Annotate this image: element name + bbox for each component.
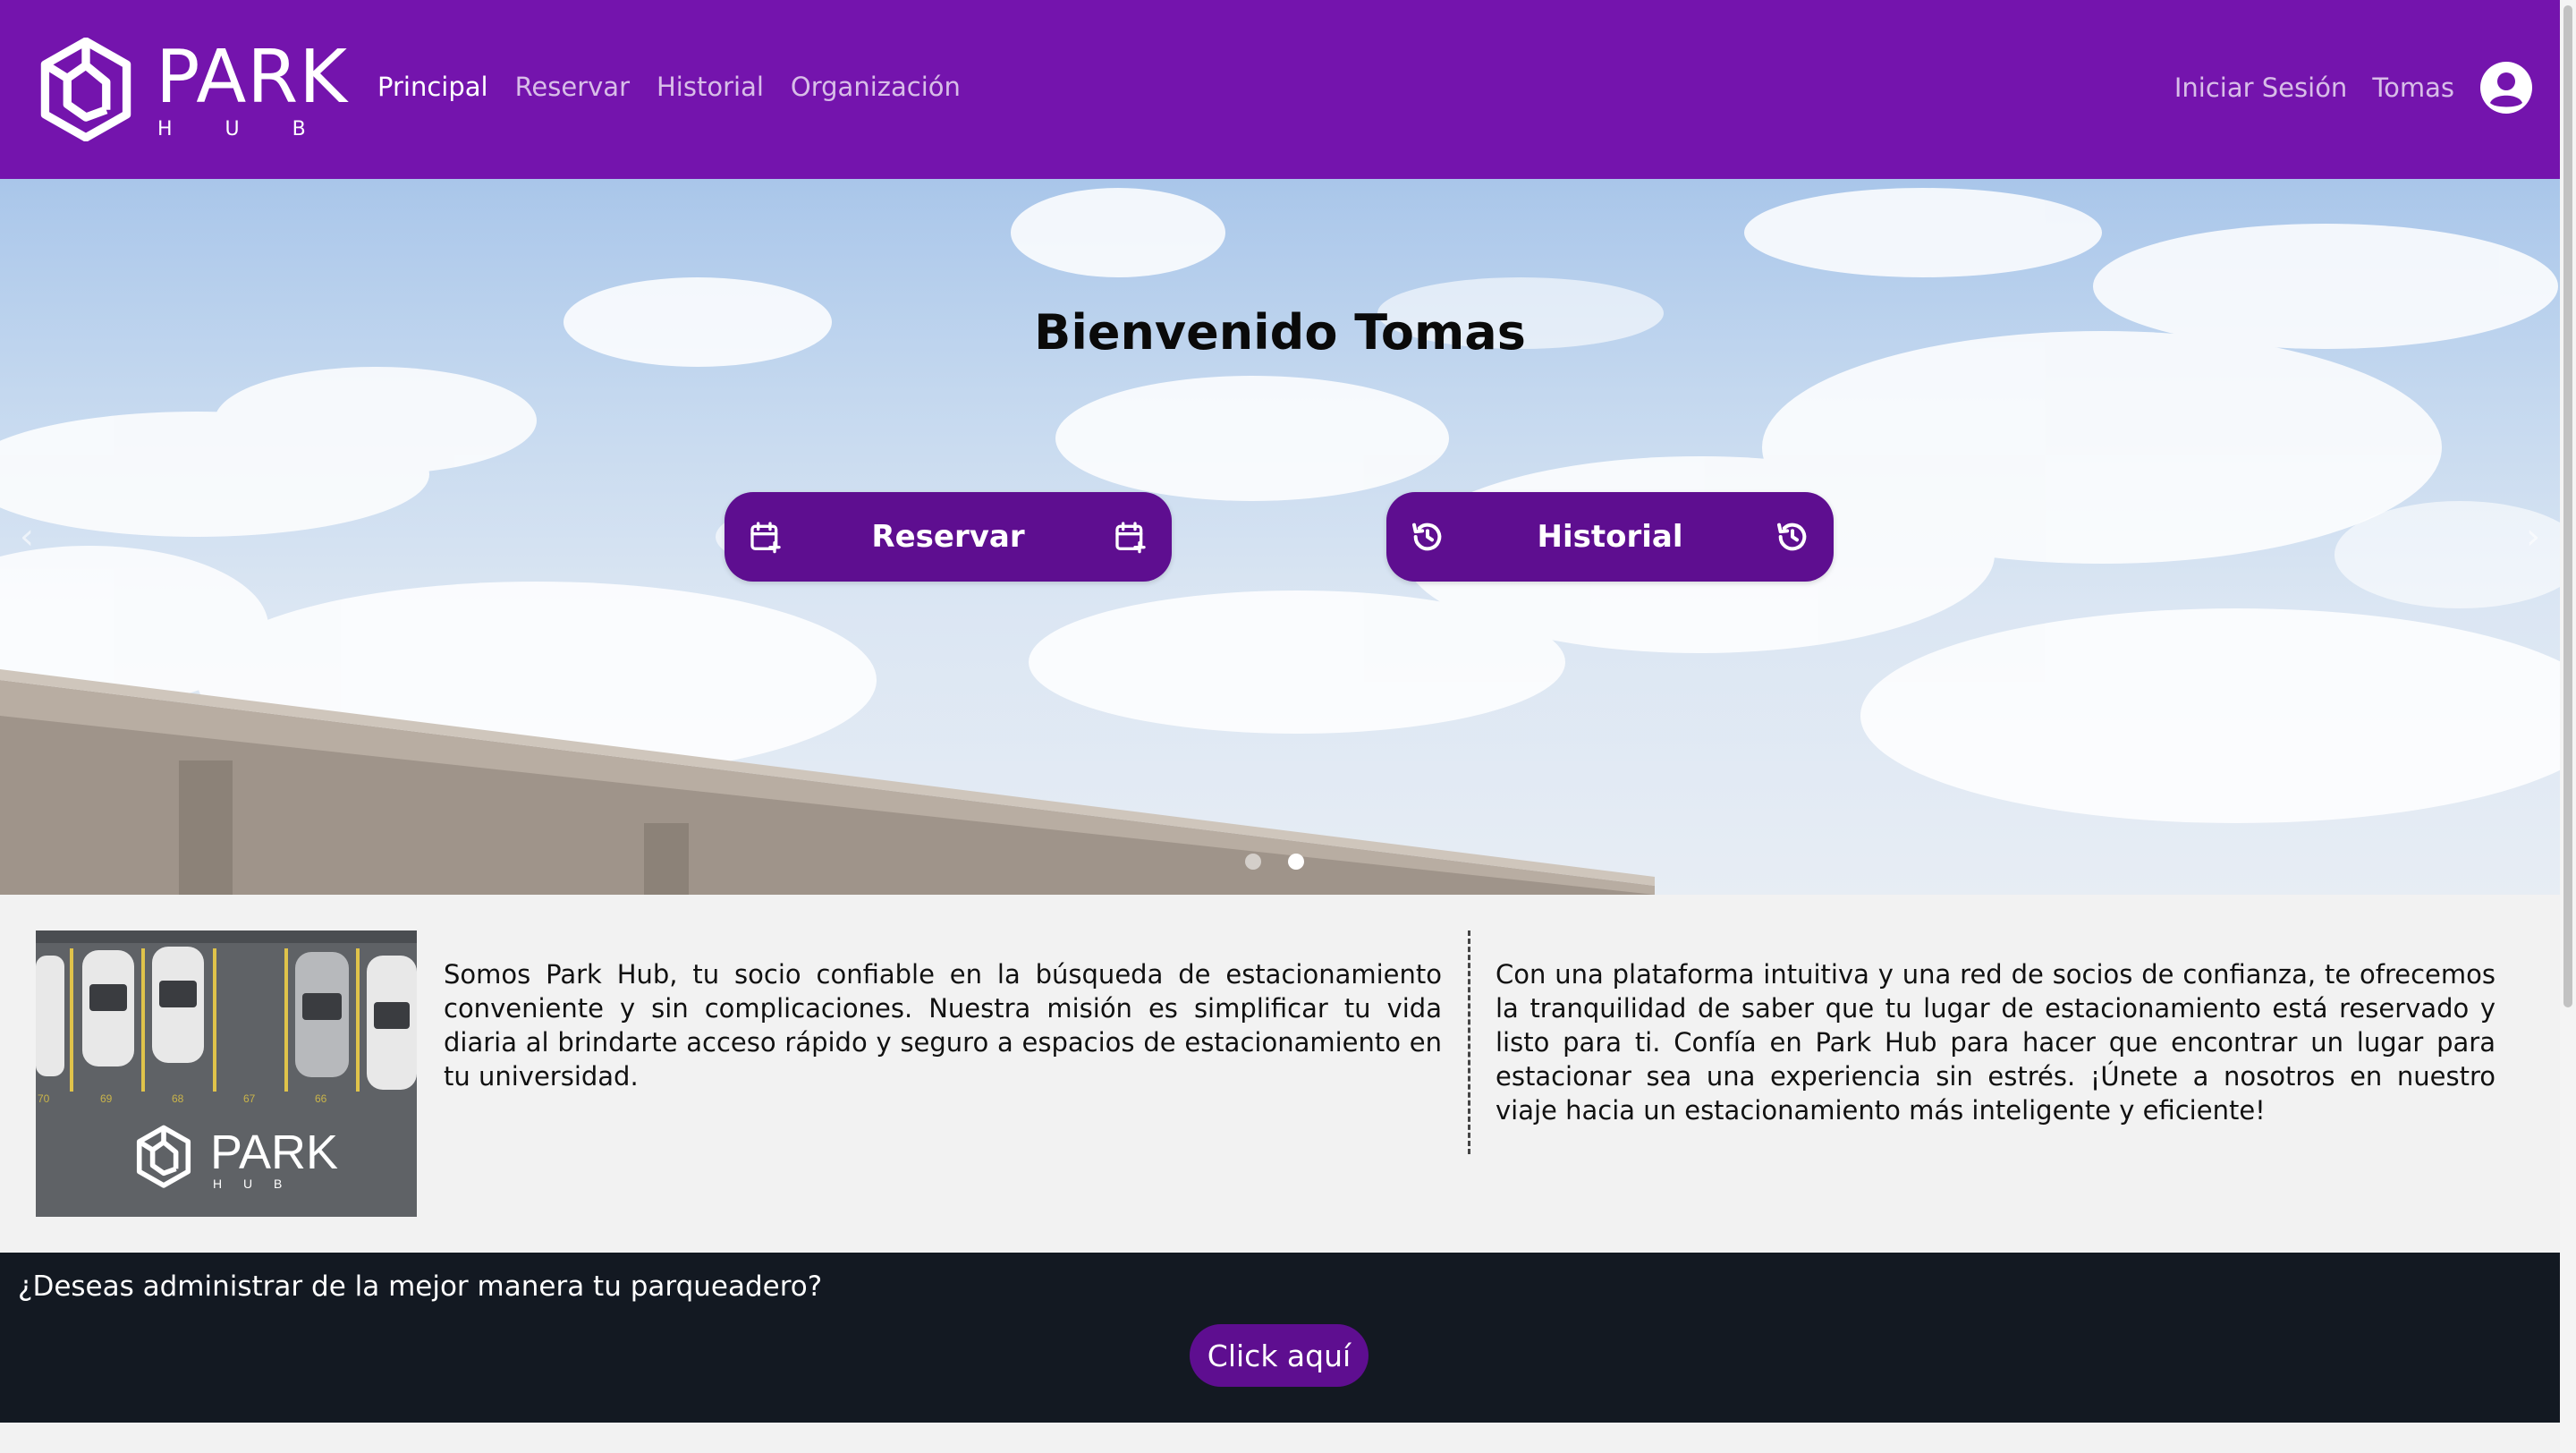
brand-wordmark: PARK H U B: [156, 35, 349, 141]
nav-link-principal[interactable]: Principal: [377, 72, 488, 102]
nav-user-area: Iniciar Sesión Tomas: [2174, 61, 2533, 115]
click-here-button[interactable]: Click aquí: [1190, 1324, 1368, 1387]
slot-number: 69: [100, 1092, 113, 1105]
calendar-plus-icon: [1115, 522, 1146, 554]
history-icon: [1776, 523, 1807, 551]
about-text-left: Somos Park Hub, tu socio confiable en la…: [444, 959, 1442, 1092]
reservar-button-label: Reservar: [871, 519, 1025, 555]
image-brand-name: PARK: [210, 1126, 338, 1179]
user-name-link[interactable]: Tomas: [2372, 72, 2454, 103]
brand-sub: H U B: [157, 118, 329, 140]
about-text-right: Con una plataforma intuitiva y una red d…: [1496, 959, 2496, 1126]
nav-link-reservar[interactable]: Reservar: [515, 72, 630, 102]
page-scrollbar[interactable]: [2560, 0, 2576, 1453]
user-avatar-icon[interactable]: [2479, 61, 2533, 115]
carousel-dot-2[interactable]: [1288, 854, 1304, 870]
carousel-dot-1[interactable]: [1245, 854, 1261, 870]
nav-link-historial[interactable]: Historial: [657, 72, 764, 102]
reservar-button[interactable]: Reservar: [724, 492, 1172, 582]
park-hub-logo-icon: [40, 38, 131, 141]
about-section: 70 69 68 67 66 PARK H U B Somos Park Hub…: [0, 895, 2560, 1253]
image-brand-sub: H U B: [213, 1177, 291, 1191]
scrollbar-thumb[interactable]: [2563, 5, 2572, 1007]
cta-question: ¿Deseas administrar de la mejor manera t…: [18, 1270, 823, 1303]
history-icon: [1412, 523, 1442, 551]
slot-number: 68: [172, 1092, 184, 1105]
slot-number: 67: [243, 1092, 256, 1105]
hero-carousel: Bienvenido Tomas Reservar Historial ‹ ›: [0, 179, 2560, 895]
slot-number: 66: [315, 1092, 327, 1105]
main-nav: Principal Reservar Historial Organizació…: [377, 72, 961, 102]
carousel-indicators: [1245, 854, 1304, 870]
slot-number: 70: [38, 1092, 50, 1105]
parking-lot-image: 70 69 68 67 66 PARK H U B: [36, 930, 417, 1217]
about-divider: [1468, 930, 1470, 1154]
brand-logo[interactable]: PARK H U B: [39, 38, 348, 141]
hero-background-image: [0, 188, 2560, 895]
carousel-next-icon[interactable]: ›: [2515, 519, 2551, 555]
navbar: PARK H U B Principal Reservar Historial …: [0, 0, 2560, 179]
login-link[interactable]: Iniciar Sesión: [2174, 72, 2347, 103]
brand-name: PARK: [156, 35, 349, 120]
carousel-prev-icon[interactable]: ‹: [9, 519, 45, 555]
admin-cta-section: ¿Deseas administrar de la mejor manera t…: [0, 1253, 2560, 1423]
parking-lot-illustration: 70 69 68 67 66 PARK H U B: [36, 930, 417, 1217]
nav-link-organizacion[interactable]: Organización: [791, 72, 961, 102]
historial-button-label: Historial: [1537, 519, 1683, 555]
hero-title: Bienvenido Tomas: [1034, 304, 1526, 361]
calendar-plus-icon: [750, 522, 781, 554]
historial-button[interactable]: Historial: [1386, 492, 1834, 582]
